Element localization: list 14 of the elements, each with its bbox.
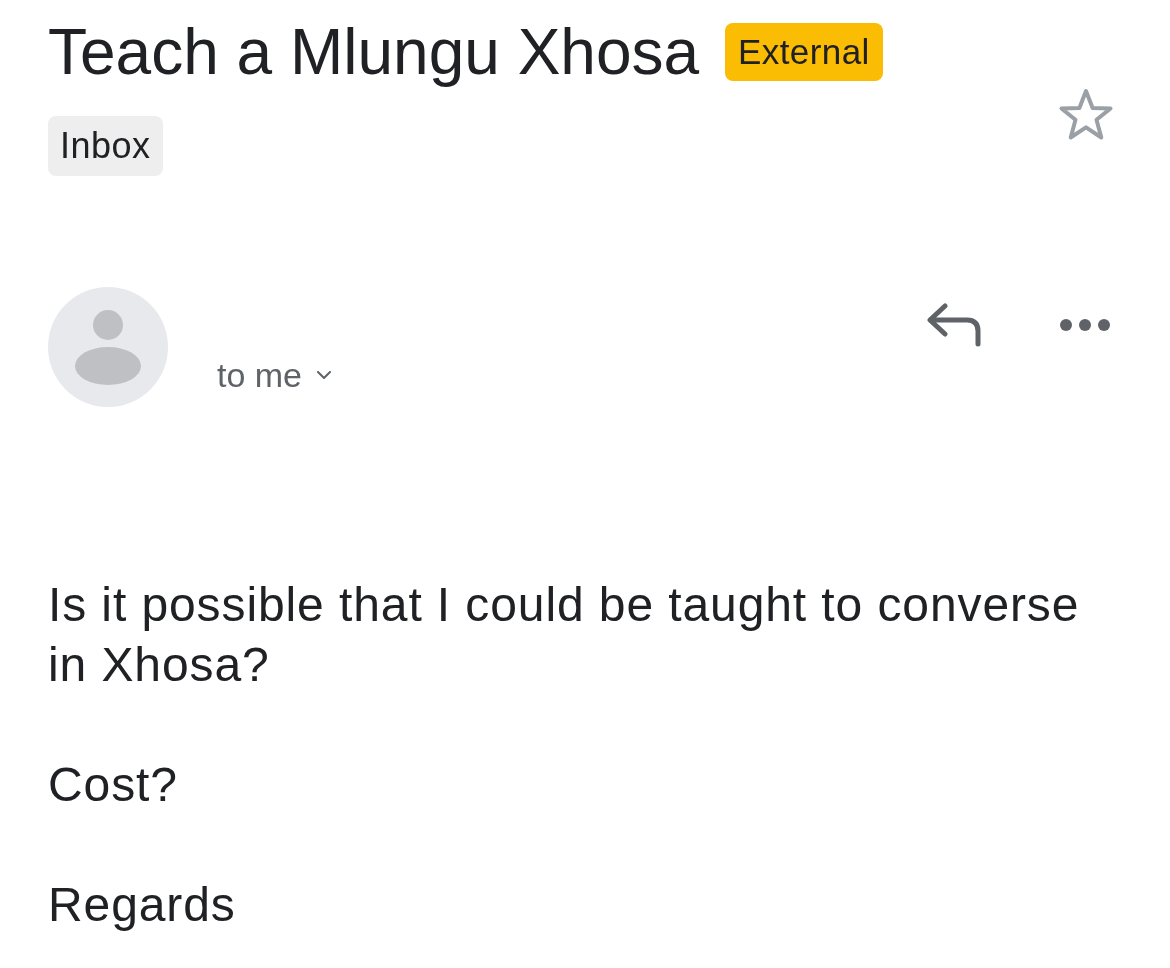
reply-icon [926,303,982,347]
body-text: Regards [48,877,237,933]
external-tag: External [725,23,883,81]
body-text: Is it possible that I could be taught to converse in Xhosa? [48,577,1081,693]
recipients-toggle[interactable]: to me [217,352,333,398]
label-chip[interactable]: Inbox [48,116,163,176]
caret-icon [316,370,333,380]
body-text: Cost? [48,757,179,813]
avatar-icon [48,287,168,407]
reply-button[interactable] [926,303,982,347]
star-icon[interactable] [1058,88,1114,141]
email-subject: Teach a Mlungu Xhosa [48,15,700,90]
more-button[interactable] [1060,319,1110,331]
more-icon [1060,319,1110,331]
